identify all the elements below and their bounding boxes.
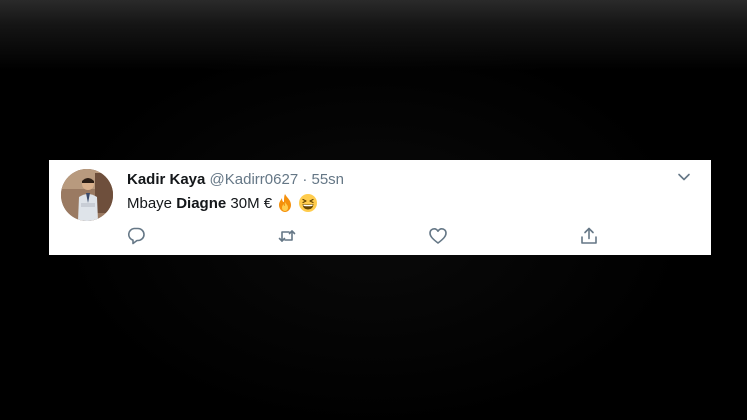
tweet-actions-bar	[49, 226, 711, 246]
share-icon[interactable]	[579, 226, 599, 246]
tweet-text-bold: Diagne	[176, 194, 227, 212]
user-handle[interactable]: @Kadirr0627	[210, 171, 299, 188]
separator-dot: ·	[302, 171, 308, 188]
heart-icon[interactable]	[428, 226, 448, 246]
timestamp[interactable]: 55sn	[312, 171, 345, 188]
reply-icon[interactable]	[126, 226, 146, 246]
tweet-text: Mbaye Diagne 30M €	[127, 193, 318, 213]
fire-emoji	[275, 193, 295, 213]
video-frame-background: Kadir Kaya @Kadirr0627 · 55sn Mbaye Diag…	[0, 0, 747, 420]
chevron-down-icon[interactable]	[676, 169, 692, 185]
retweet-icon[interactable]	[277, 226, 297, 246]
tweet-card[interactable]: Kadir Kaya @Kadirr0627 · 55sn Mbaye Diag…	[49, 160, 711, 255]
tweet-text-part2: 30M €	[230, 194, 273, 212]
avatar-image	[61, 169, 113, 221]
display-name[interactable]: Kadir Kaya	[127, 171, 205, 188]
grinning-squinting-face-emoji	[298, 193, 318, 213]
avatar[interactable]	[61, 169, 113, 221]
tweet-header: Kadir Kaya @Kadirr0627 · 55sn	[127, 171, 344, 188]
tweet-text-part1: Mbaye	[127, 194, 173, 212]
